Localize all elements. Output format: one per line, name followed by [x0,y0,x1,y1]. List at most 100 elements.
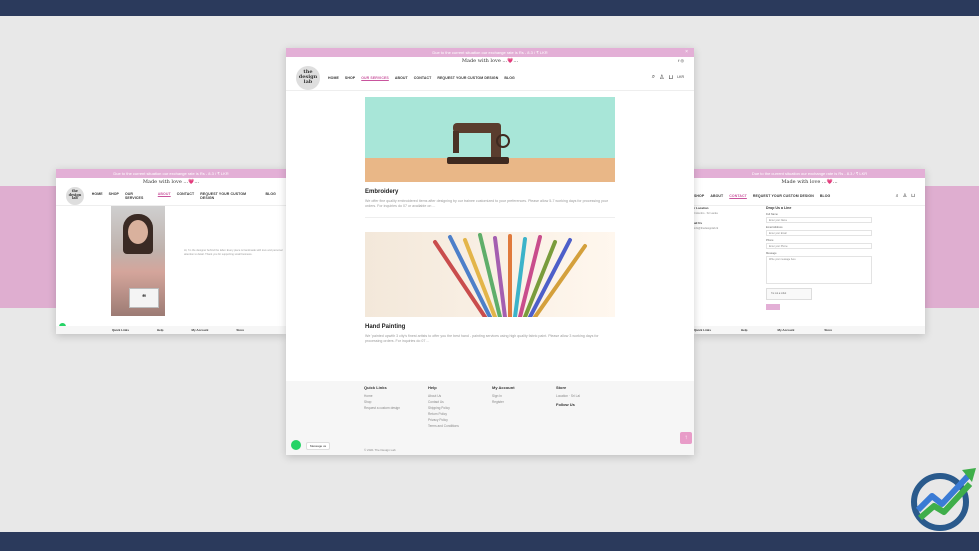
user-icon[interactable]: ♙ [903,193,907,199]
field-label: Email Address [766,226,783,229]
nav-icons: ⌕ ♙ ⊔ [896,193,915,199]
tagline: Made with love ...💗... f ◎ [286,57,694,65]
nav-item-request[interactable]: REQUEST YOUR CUSTOM DESIGN [437,76,498,80]
main-window-services: Due to the current situation our exchang… [286,48,694,455]
nav-item-request[interactable]: REQUEST YOUR CUSTOM DESIGN [200,192,259,200]
whatsapp-label[interactable]: Message us [306,442,331,450]
nav-bar: the design lab HOME SHOP OUR SERVICES AB… [286,65,694,91]
nav-item-about[interactable]: ABOUT [710,194,723,198]
footer-strip: Quick Links Help My Account Store [694,326,925,334]
nav-item-home[interactable]: HOME [92,192,103,200]
footer-heading: My Account [492,385,515,390]
nav-item-blog[interactable]: BLOG [265,192,276,200]
footer-heading: Quick Links [694,328,712,332]
email-field[interactable]: Enter your Email [766,230,872,236]
divider [365,217,615,218]
tagline: Made with love ...💗... [781,179,838,185]
footer-heading: Quick Links [112,328,130,332]
nav-item-request[interactable]: REQUEST YOUR CUSTOM DESIGN [753,194,814,198]
brand-logo-icon [911,468,976,531]
logo[interactable]: the design lab [66,186,84,205]
logo[interactable]: the design lab [296,65,320,90]
social-icons[interactable]: f ◎ [678,57,684,65]
name-field[interactable]: Enter your Name [766,217,872,223]
nav-icons: ⌕ ♙ ⊔ LKR [652,74,684,81]
footer-heading: Quick Links [364,385,387,390]
nav-bar: the design lab HOME SHOP OUR SERVICES AB… [56,186,286,206]
nav-item-contact[interactable]: CONTACT [729,194,747,198]
nav-item-about[interactable]: ABOUT [395,76,408,80]
footer-columns: Quick Links Home Shop Request a custom d… [364,385,694,429]
nav-item-services[interactable]: OUR SERVICES [125,192,152,200]
service-title: Hand Painting [365,324,406,330]
footer-col-quick-links: Quick Links Home Shop Request a custom d… [364,385,428,429]
nav-item-shop[interactable]: SHOP [694,194,704,198]
captcha-checkbox[interactable]: I'm not a robot [766,288,812,300]
nav-menu: SHOP ABOUT CONTACT REQUEST YOUR CUSTOM D… [694,194,830,198]
nav-item-contact[interactable]: CONTACT [414,76,432,80]
nav-menu: HOME SHOP OUR SERVICES ABOUT CONTACT REQ… [92,192,276,200]
phone-field[interactable]: Enter your Phone [766,243,872,249]
whatsapp-icon[interactable] [291,440,301,450]
nav-item-blog[interactable]: BLOG [504,76,515,80]
designer-photo: ❝ [111,206,165,316]
tagline: Made with love ...💗... [142,179,200,185]
message-field[interactable]: Write your message here [766,256,872,284]
contact-info: r Location Colombo · Sri Lanka ail Us in… [694,206,754,230]
copyright: © 2021 The Design Lab [364,448,396,452]
hand-painting-image [365,232,615,317]
user-icon[interactable]: ♙ [659,74,664,81]
about-text: Hi, I'm the designer behind the label. E… [184,249,283,256]
announcement-bar: Due to the current situation our exchang… [286,48,694,57]
footer-link[interactable]: Register [492,399,556,405]
bottom-bar [0,532,979,551]
tagline-text: Made with love ...💗... [461,58,519,64]
search-icon[interactable]: ⌕ [896,193,899,199]
footer-heading: Store [824,328,833,332]
nav-item-blog[interactable]: BLOG [820,194,831,198]
contact-form: Drop Us a Line Full Name Enter your Name… [766,206,872,310]
search-icon[interactable]: ⌕ [652,74,655,81]
currency-select[interactable]: LKR [677,74,684,81]
nav-item-shop[interactable]: SHOP [109,192,119,200]
form-heading: Drop Us a Line [766,206,792,210]
footer-link[interactable]: Terms and Conditions [428,423,492,429]
footer-link[interactable]: Request a custom design [364,405,428,411]
footer-heading: My Account [777,328,795,332]
photo-face [128,220,148,244]
footer-link[interactable]: Location · Sri Lal [556,393,620,399]
nav-item-about[interactable]: ABOUT [158,192,171,200]
laptop-image: ❝ [129,288,159,308]
embroidery-image [365,97,615,182]
footer-heading: Follow Us [556,402,575,407]
location-heading: r Location [694,206,709,210]
nav-item-home[interactable]: HOME [328,76,339,80]
sewing-machine-icon [447,123,510,164]
nav-menu: HOME SHOP OUR SERVICES ABOUT CONTACT REQ… [328,76,515,80]
scroll-top-button[interactable]: ↑ [680,432,692,444]
email-text: info@thedesignlab.lk [694,227,719,230]
services-list: Embroidery We offer fine quality embroid… [365,97,615,344]
location-text: Colombo · Sri Lanka [694,212,718,215]
footer-heading: Help [157,328,164,332]
footer-heading: Help [741,328,748,332]
service-description: We offer fine quality embroidered items … [365,199,608,208]
footer-col-store: Store Location · Sri Lal Follow Us [556,385,620,429]
cart-icon[interactable]: ⊔ [911,193,915,199]
footer-col-account: My Account Sign In Register [492,385,556,429]
footer-heading: My Account [191,328,209,332]
footer-col-help: Help About Us Contact Us Shipping Policy… [428,385,492,429]
close-icon[interactable]: × [685,48,688,57]
announcement-bar: Due to the current situation our exchang… [694,169,925,178]
nav-item-contact[interactable]: CONTACT [177,192,195,200]
nav-item-shop[interactable]: SHOP [345,76,355,80]
footer-strip: Quick Links Help My Account Store [56,326,286,334]
footer-heading: Store [236,328,245,332]
submit-button[interactable] [766,304,780,310]
paint-brushes-icon [433,233,587,317]
service-description: We 'painted upwith 3 city's finest artis… [365,334,599,343]
nav-item-services[interactable]: OUR SERVICES [361,76,389,80]
cart-icon[interactable]: ⊔ [669,74,674,81]
field-label: Full Name [766,213,778,216]
footer-heading: Help [428,385,437,390]
